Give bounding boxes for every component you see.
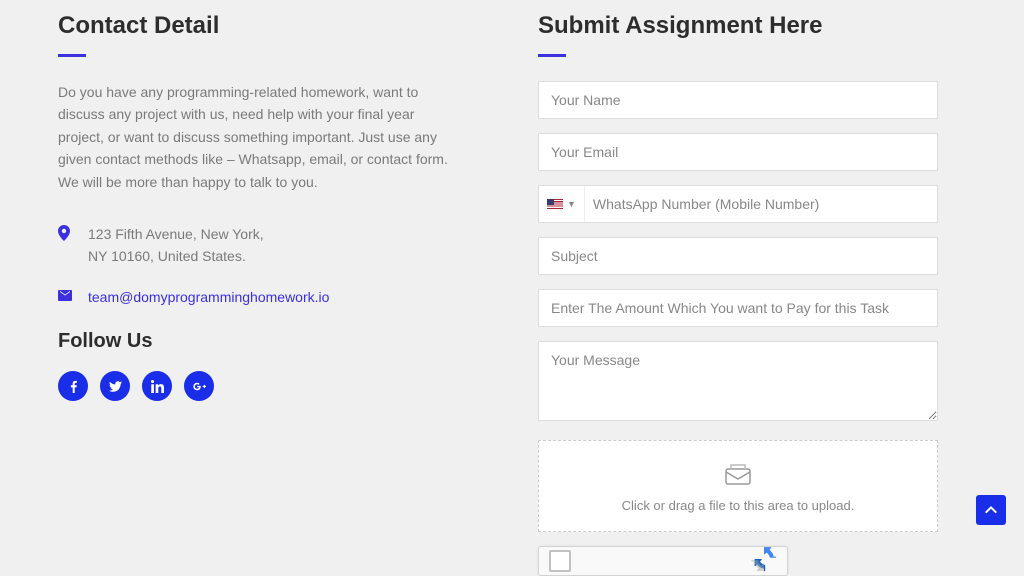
amount-input[interactable] — [538, 289, 938, 327]
twitter-icon — [109, 380, 122, 393]
follow-title: Follow Us — [58, 330, 458, 353]
address-line2: NY 10160, United States. — [88, 248, 246, 264]
file-upload-dropzone[interactable]: Click or drag a file to this area to upl… — [538, 440, 938, 532]
contact-desc-1: Do you have any programming-related home… — [58, 84, 448, 167]
address-line1: 123 Fifth Avenue, New York, — [88, 226, 264, 242]
linkedin-icon — [151, 380, 164, 393]
form-underline — [538, 54, 566, 57]
email-row: team@domyprogramminghomework.io — [58, 286, 458, 308]
us-flag-icon — [547, 199, 563, 210]
location-icon — [58, 223, 88, 244]
linkedin-button[interactable] — [142, 371, 172, 401]
twitter-button[interactable] — [100, 371, 130, 401]
contact-description: Do you have any programming-related home… — [58, 81, 458, 193]
recaptcha-widget[interactable] — [538, 546, 788, 576]
name-input[interactable] — [538, 81, 938, 119]
form-title: Submit Assignment Here — [538, 12, 938, 40]
recaptcha-logo-icon — [751, 546, 777, 576]
facebook-button[interactable] — [58, 371, 88, 401]
message-textarea[interactable] — [538, 341, 938, 421]
social-links — [58, 371, 458, 401]
upload-icon — [549, 463, 927, 490]
address-row: 123 Fifth Avenue, New York, NY 10160, Un… — [58, 223, 458, 268]
email-link[interactable]: team@domyprogramminghomework.io — [88, 289, 329, 305]
address-text: 123 Fifth Avenue, New York, NY 10160, Un… — [88, 223, 264, 268]
contact-desc-2: We will be more than happy to talk to yo… — [58, 174, 318, 190]
email-input[interactable] — [538, 133, 938, 171]
envelope-icon — [58, 286, 88, 304]
contact-title: Contact Detail — [58, 12, 458, 40]
googleplus-button[interactable] — [184, 371, 214, 401]
country-select[interactable]: ▼ — [539, 186, 585, 222]
chevron-down-icon: ▼ — [567, 199, 576, 209]
phone-input[interactable] — [585, 186, 937, 222]
recaptcha-checkbox[interactable] — [549, 550, 571, 572]
googleplus-icon — [193, 380, 206, 393]
facebook-icon — [67, 380, 80, 393]
scroll-to-top-button[interactable] — [976, 495, 1006, 525]
upload-text: Click or drag a file to this area to upl… — [549, 498, 927, 513]
contact-underline — [58, 54, 86, 57]
chevron-up-icon — [985, 504, 997, 516]
subject-input[interactable] — [538, 237, 938, 275]
